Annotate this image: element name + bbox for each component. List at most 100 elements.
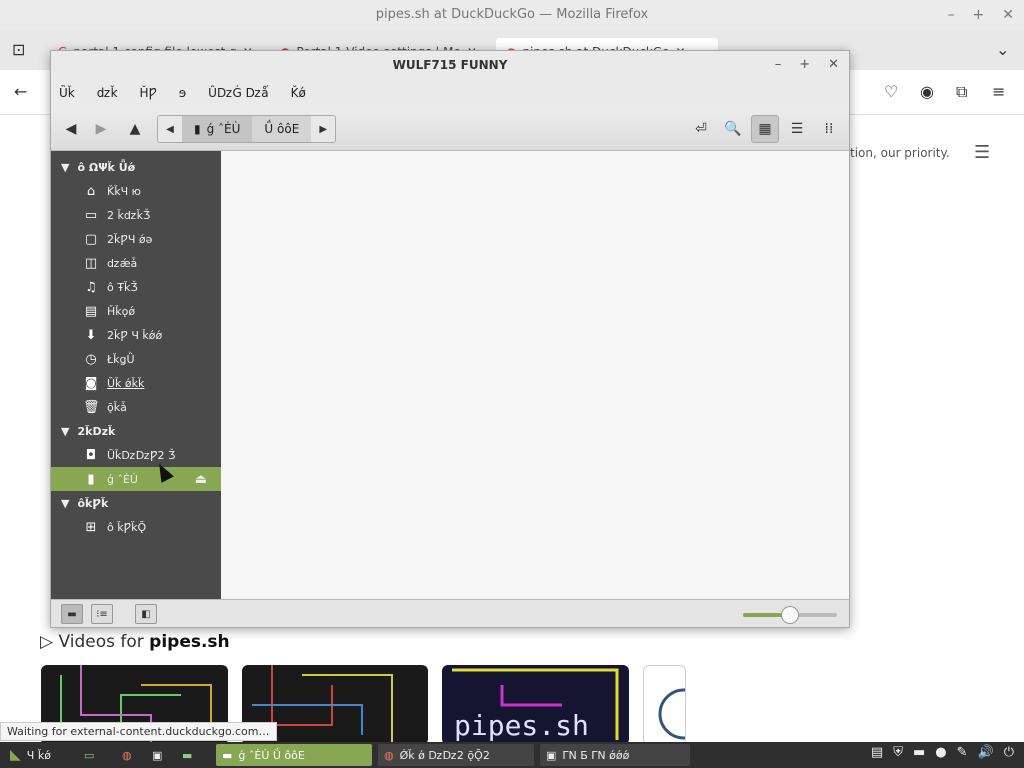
menu-edit[interactable]: ǳǩ (97, 86, 118, 100)
volume-icon[interactable]: 🔊 (978, 745, 994, 760)
videos-heading[interactable]: ▷ Videos for pipes.sh (40, 632, 230, 652)
power-icon[interactable]: ⏻ (1004, 745, 1014, 760)
sidebar-item-trash[interactable]: 🗑 ǭǩǡ (51, 395, 221, 419)
trash-icon: 🗑 (83, 399, 100, 415)
forward-arrow-icon: ▶ (95, 121, 107, 137)
pen-icon[interactable]: ✎ (957, 745, 968, 760)
terminal-launcher[interactable]: ▣ (146, 744, 168, 766)
video-thumbnail[interactable] (643, 665, 686, 745)
menu-go[interactable]: ɘ (179, 86, 186, 100)
icon-view-button[interactable]: ▦ (751, 115, 779, 143)
firefox-icon: ◍ (122, 748, 132, 762)
sidebar-item-network[interactable]: ⊞ ô ǩǷǩǬ (51, 515, 221, 539)
chevron-left-icon: ◀ (166, 123, 174, 135)
play-icon: ▷ (40, 632, 54, 652)
thumb-title: pipes.sh (454, 709, 589, 742)
task-file-manager[interactable]: ▬ ǵ ˆĖÙ Ǘ ôôE (216, 744, 372, 766)
search-button[interactable]: 🔍 (719, 115, 747, 143)
location-toggle-button[interactable]: ⏎ (687, 115, 715, 143)
fm-titlebar[interactable]: WULF715 FUNNY – + ✕ (51, 51, 849, 79)
menu-bookmarks[interactable]: ȖǲǴ ǲǻ (208, 86, 268, 100)
back-button[interactable]: ◀ (57, 115, 85, 143)
usb-icon: ▮ (194, 122, 201, 136)
up-button[interactable]: ▲ (121, 115, 149, 143)
extensions-icon[interactable]: ⧉ (956, 82, 967, 102)
firefox-icon: ◍ (384, 748, 394, 762)
task-firefox[interactable]: ◍ Ǿǩ ǿ ǲǲ2 ǭǬ2 (378, 744, 534, 766)
show-desktop-button[interactable]: ▭ (78, 744, 100, 766)
folder-icon: ▬ (182, 748, 193, 762)
home-icon: ⌂ (86, 183, 96, 199)
path-left-button[interactable]: ◀ (158, 116, 182, 142)
path-segment-folder[interactable]: Ǘ ôôE (252, 116, 312, 142)
edit-location-icon: ⏎ (695, 121, 707, 137)
shield-icon[interactable]: ⛨ (893, 745, 903, 760)
list-view-button[interactable]: ☰ (783, 115, 811, 143)
eject-icon[interactable]: ⏏ (195, 472, 207, 487)
downloads-icon: ⬇ (85, 327, 97, 343)
menu-icon[interactable]: ≡ (992, 82, 1005, 101)
path-segment-drive[interactable]: ▮ ǵ ˆĖÙ (182, 116, 253, 142)
desktop-icon: ▭ (84, 748, 95, 762)
firefox-launcher[interactable]: ◍ (116, 744, 138, 766)
file-view-area[interactable] (221, 151, 849, 599)
sidebar-section-computer[interactable]: ▼ ô ΩΨǩ Ǖǿ (51, 155, 221, 179)
clipboard-icon[interactable]: ▤ (871, 745, 883, 760)
menu-help[interactable]: Ǩǿ (291, 86, 306, 100)
sidebar-item-pictures[interactable]: ◫ ǳǽǡ (51, 251, 221, 275)
sidebar-item-usb[interactable]: ▮ ǵ ˆĖÙ ⏏ (51, 467, 221, 491)
sidebar-item-videos[interactable]: ▤ Ȟǩǫǿ (51, 299, 221, 323)
path-right-button[interactable]: ▶ (311, 116, 336, 142)
minimize-icon[interactable]: – (948, 0, 955, 30)
back-icon[interactable]: ← (14, 82, 27, 101)
taskbar: ◣ Ч ǩǿ ▭ ◍ ▣ ▬ ▬ ǵ ˆĖÙ Ǘ ôôE ◍ Ǿǩ ǿ ǲǲ2 … (0, 742, 1024, 768)
recent-icon: ◷ (85, 351, 97, 367)
firefox-window-title: pipes.sh at DuckDuckGo — Mozilla Firefox (375, 7, 649, 22)
files-launcher[interactable]: ▬ (176, 744, 198, 766)
forward-button[interactable]: ▶ (87, 115, 115, 143)
sidebar-item-recent[interactable]: ◷ ŁǩǥǛ (51, 347, 221, 371)
video-thumbnail[interactable]: pipes.sh (442, 665, 629, 745)
sidebar-item-filesystem[interactable]: ◙ Ȕǩ ǿǩǩ (51, 371, 221, 395)
tab-list-icon[interactable]: ⊡ (12, 40, 25, 59)
display-icon[interactable]: ▬ (913, 745, 925, 760)
folder-icon: ▬ (67, 608, 77, 620)
hide-sidebar-button[interactable]: ◧ (135, 604, 157, 624)
fm-toolbar: ◀ ▶ ▲ ◀ ▮ ǵ ˆĖÙ Ǘ ôôE ▶ ⏎ 🔍 ▦ ☰ ⁞⁞ (51, 107, 849, 151)
minimize-icon[interactable]: – (775, 51, 782, 79)
system-tray: ▤ ⛨ ▬ ● ✎ 🔊 ⏻ (871, 745, 1014, 760)
sidebar-item-drive[interactable]: ◘ ȖǩǲǲǷ2 Ǯ (51, 443, 221, 467)
sidebar-item-music[interactable]: ♫ ô ŦǩǮ (51, 275, 221, 299)
zoom-handle[interactable] (781, 606, 799, 624)
user-icon[interactable]: ● (935, 745, 946, 760)
sidebar-section-devices[interactable]: ▼ 2ǩǲǩ (51, 419, 221, 443)
sidebar-item-home[interactable]: ⌂ ǨǩЧ ю (51, 179, 221, 203)
tree-toggle-button[interactable]: ⁝≡ (91, 604, 113, 624)
list-icon: ☰ (790, 121, 804, 137)
sidebar-section-network[interactable]: ▼ ôǩǷǩ (51, 491, 221, 515)
maximize-icon[interactable]: + (799, 51, 810, 79)
documents-icon: ▢ (84, 231, 98, 247)
account-icon[interactable]: ◉ (920, 82, 934, 101)
maximize-icon[interactable]: + (973, 0, 985, 30)
start-menu-button[interactable]: ◣ Ч ǩǿ (4, 744, 57, 766)
menu-file[interactable]: Ȕǩ (59, 86, 75, 100)
compact-view-button[interactable]: ⁞⁞ (815, 115, 843, 143)
tab-overflow-icon[interactable]: ⌄ (996, 40, 1009, 59)
sidebar-item-downloads[interactable]: ⬇ 2ǩǷ Ч ǩǿǿ (51, 323, 221, 347)
close-icon[interactable]: ✕ (1002, 0, 1014, 30)
sidebar-item-documents[interactable]: ▢ 2ǩǷЧ ǿǝ (51, 227, 221, 251)
pocket-icon[interactable]: ♡ (884, 82, 898, 101)
close-icon[interactable]: ✕ (828, 51, 839, 79)
task-terminal[interactable]: ▣ ΓΝ Б ΓΝ ǿǿǿ (540, 744, 690, 766)
search-icon: 🔍 (724, 121, 742, 137)
expand-arrow-icon: ▼ (61, 496, 70, 510)
sidebar-item-desktop[interactable]: ▭ 2 ǩǳǩǮ (51, 203, 221, 227)
zoom-slider[interactable] (743, 606, 837, 624)
tree-icon: ⁝≡ (96, 608, 108, 620)
terminal-icon: ▣ (546, 748, 557, 762)
grid-icon: ▦ (758, 121, 772, 137)
menu-view[interactable]: ȞǷ (140, 86, 157, 100)
places-toggle-button[interactable]: ▬ (61, 604, 83, 624)
ddg-menu-icon[interactable]: ☰ (974, 142, 990, 163)
